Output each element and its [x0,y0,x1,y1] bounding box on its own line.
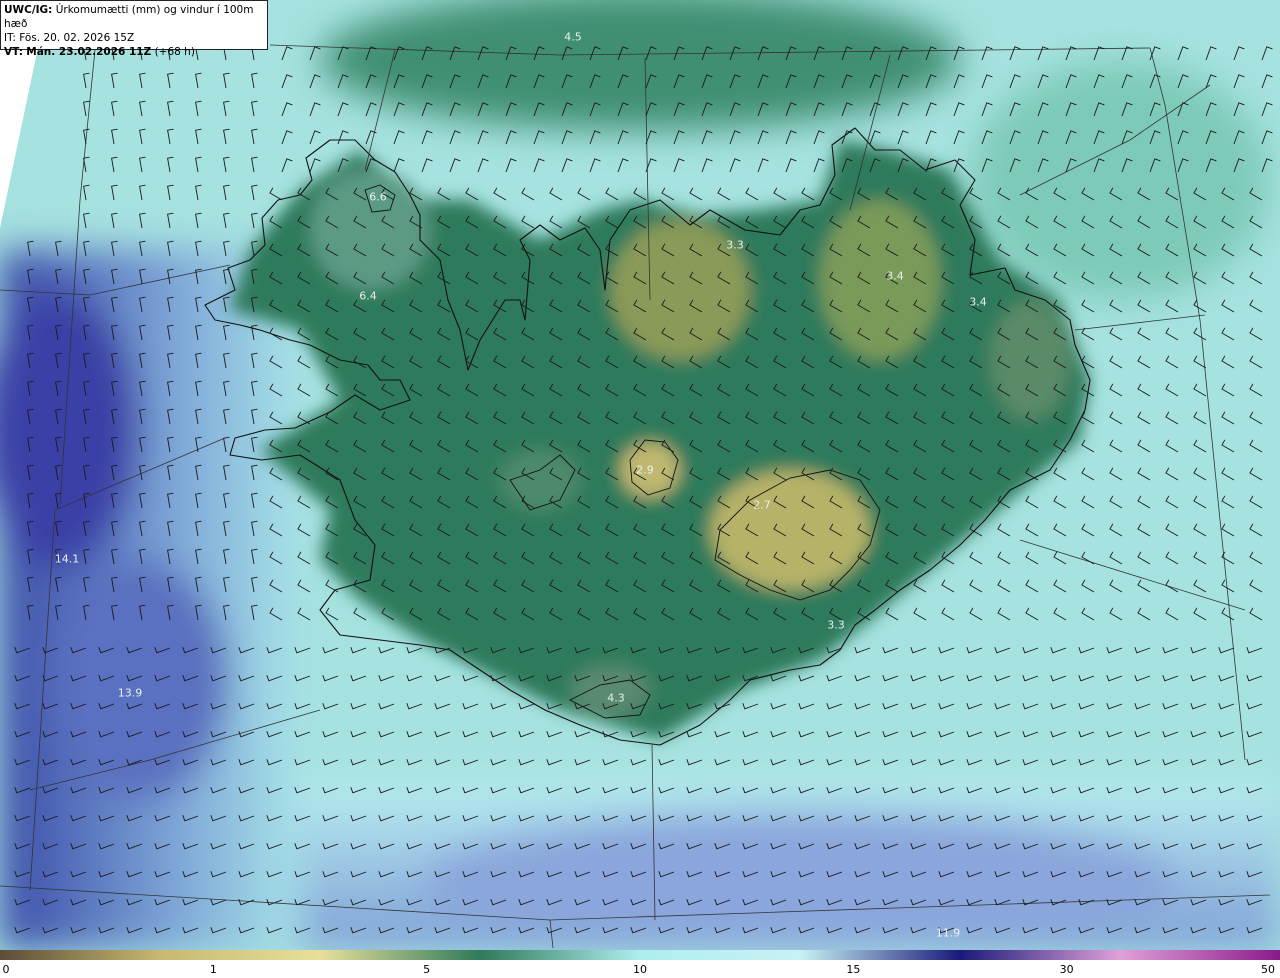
map-value-label: 3.3 [827,618,845,632]
colorbar-tick-label: 5 [423,963,431,976]
map-value-label: 3.4 [969,295,987,309]
init-time: IT: Fös. 20. 02. 2026 15Z [4,32,135,44]
map-value-label: 11.9 [935,926,961,940]
colorbar [0,950,1280,960]
map-value-label: 6.4 [359,289,377,303]
map-value-label: 3.3 [726,238,744,252]
colorbar-tick-label: 15 [846,963,861,976]
colorbar-tick-label: 50 [1261,963,1275,976]
map-value-label: 2.7 [753,498,771,512]
map-value-label: 6.6 [369,190,387,204]
valid-prefix: VT: [4,46,23,58]
map-value-label: 4.3 [607,691,625,705]
colorbar-tick-label: 1 [209,963,217,976]
map-info-box: UWC/IG: Úrkomumætti (mm) og vindur í 100… [0,0,268,58]
map-value-label: 2.9 [636,463,654,477]
model-name: UWC/IG: [4,4,53,16]
lead-time: (+68 h) [154,46,195,58]
colorbar-tick-label: 30 [1059,963,1074,976]
colorbar-tick-label: 0 [2,963,10,976]
map-value-label: 3.4 [886,269,904,283]
colorbar-tick-label: 10 [633,963,647,976]
map-value-label: 4.5 [564,30,582,44]
map-value-label: 14.1 [54,552,80,566]
map-value-label: 13.9 [117,686,143,700]
valid-time: Mán. 23.02.2026 11Z [26,46,152,58]
